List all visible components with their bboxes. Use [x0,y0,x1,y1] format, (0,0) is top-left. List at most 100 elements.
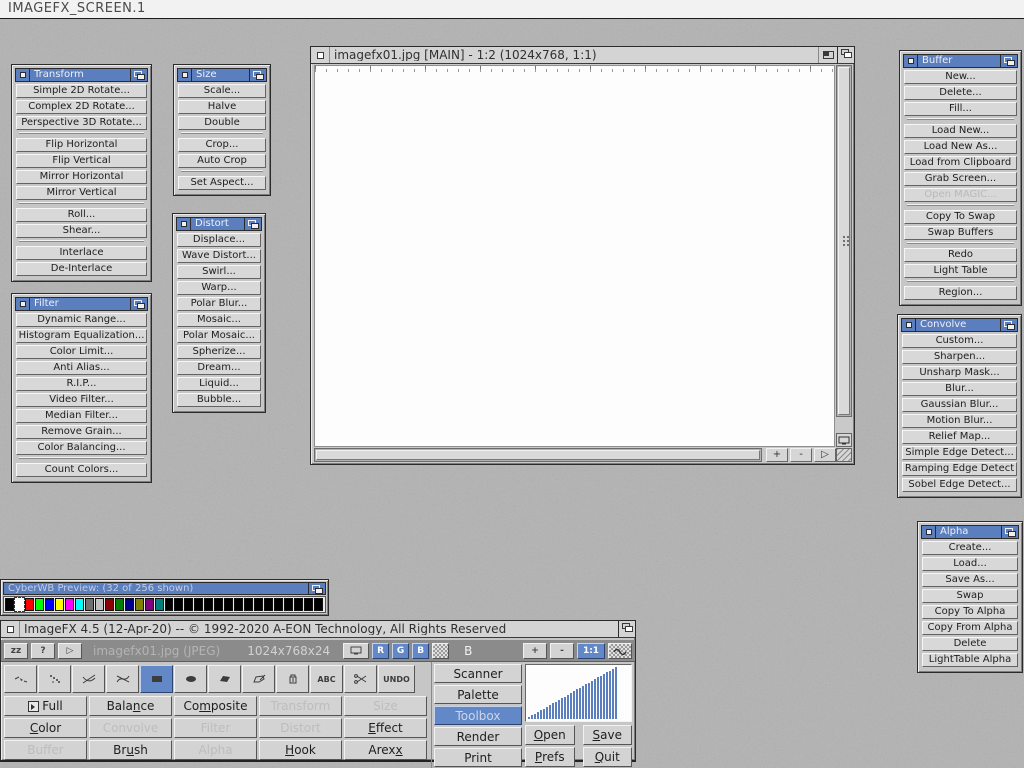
convolve-titlebar[interactable]: Convolve [901,318,1018,332]
bubble-button[interactable]: Bubble... [177,393,261,407]
play-macro-button[interactable]: ▷ [58,643,82,659]
liquid-button[interactable]: Liquid... [177,377,261,391]
main-image-titlebar[interactable]: imagefx01.jpg [MAIN] - 1:2 (1024x768, 1:… [311,47,854,64]
color-swatch-24[interactable] [244,598,253,611]
zoom-gadget-icon[interactable] [818,47,837,63]
depth-icon[interactable] [244,218,261,230]
complex-2d-rotate-button[interactable]: Complex 2D Rotate... [16,100,147,114]
flip-horizontal-button[interactable]: Flip Horizontal [16,138,147,152]
color-swatch-13[interactable] [135,598,144,611]
mirror-horizontal-button[interactable]: Mirror Horizontal [16,170,147,184]
color-swatch-10[interactable] [105,598,114,611]
color-swatch-4[interactable] [45,598,54,611]
color-swatch-6[interactable] [65,598,74,611]
color-swatch-25[interactable] [254,598,263,611]
view-monitor-button[interactable] [836,433,852,447]
color-swatch-5[interactable] [55,598,64,611]
set-aspect-button[interactable]: Set Aspect... [178,176,266,190]
scissors-tool[interactable] [344,665,377,693]
close-icon[interactable] [311,47,330,63]
color-swatch-7[interactable] [75,598,84,611]
sharpen-button[interactable]: Sharpen... [902,350,1017,364]
depth-icon[interactable] [308,583,325,594]
open-button[interactable]: Open [525,725,575,745]
polar-mosaic-button[interactable]: Polar Mosaic... [177,329,261,343]
red-channel-button[interactable]: R [372,643,389,659]
color-swatch-20[interactable] [204,598,213,611]
color-swatch-1[interactable] [15,598,24,611]
size-titlebar[interactable]: Size [177,68,267,82]
color-swatch-26[interactable] [264,598,273,611]
airbrush-tool[interactable] [38,665,71,693]
freehand-tool[interactable] [242,665,275,693]
depth-icon[interactable] [130,69,147,81]
delete-button[interactable]: Delete... [904,86,1017,100]
mosaic-button[interactable]: Mosaic... [177,313,261,327]
load-button[interactable]: Load... [922,557,1018,571]
blue-channel-button[interactable]: B [412,643,429,659]
blur-button[interactable]: Blur... [902,382,1017,396]
fill-tool[interactable] [276,665,309,693]
alpha-titlebar[interactable]: Alpha [921,525,1019,539]
copy-from-alpha-button[interactable]: Copy From Alpha [922,621,1018,635]
de-interlace-button[interactable]: De-Interlace [16,262,147,276]
region-button[interactable]: Region... [904,286,1017,300]
color-swatch-18[interactable] [184,598,193,611]
auto-crop-button[interactable]: Auto Crop [178,154,266,168]
composite-button[interactable]: Composite [174,696,257,716]
swirl-button[interactable]: Swirl... [177,265,261,279]
hook-button[interactable]: Hook [259,740,342,760]
zoom-ratio-button[interactable]: 1:1 [577,643,605,659]
full-button[interactable]: Full [4,696,87,716]
double-button[interactable]: Double [178,116,266,130]
toolbox-button[interactable]: Toolbox [434,706,522,725]
color-swatch-17[interactable] [174,598,183,611]
depth-icon[interactable] [1000,55,1017,67]
close-icon[interactable] [16,69,30,81]
histogram-equalization-button[interactable]: Histogram Equalization... [16,329,147,343]
color-swatch-29[interactable] [294,598,303,611]
print-button[interactable]: Print [434,748,522,767]
create-button[interactable]: Create... [922,541,1018,555]
color-swatch-22[interactable] [224,598,233,611]
crop-button[interactable]: Crop... [178,138,266,152]
load-new-as-button[interactable]: Load New As... [904,140,1017,154]
distort-titlebar[interactable]: Distort [176,217,262,231]
vertical-scrollbar[interactable] [836,65,852,417]
dither-pattern-button[interactable] [608,643,632,659]
alpha-channel-button[interactable] [432,643,449,659]
interlace-button[interactable]: Interlace [16,246,147,260]
sobel-edge-detect-button[interactable]: Sobel Edge Detect... [902,478,1017,492]
color-swatch-19[interactable] [194,598,203,611]
simple-edge-detect-button[interactable]: Simple Edge Detect... [902,446,1017,460]
shear-button[interactable]: Shear... [16,224,147,238]
line-tool[interactable] [72,665,105,693]
resize-handle[interactable] [836,448,852,462]
depth-icon[interactable] [1000,319,1017,331]
color-swatch-9[interactable] [95,598,104,611]
color-swatch-2[interactable] [25,598,34,611]
color-swatch-16[interactable] [165,598,174,611]
transform-titlebar[interactable]: Transform [15,68,148,82]
r-i-p-button[interactable]: R.I.P... [16,377,147,391]
horizontal-scrollbar[interactable] [314,448,762,462]
curve-tool[interactable] [106,665,139,693]
undo-button[interactable]: UNDO [378,665,415,693]
wave-distort-button[interactable]: Wave Distort... [177,249,261,263]
polygon-tool[interactable] [208,665,241,693]
dynamic-range-button[interactable]: Dynamic Range... [16,313,147,327]
sleep-button[interactable]: zz [4,643,28,659]
swap-buffers-button[interactable]: Swap Buffers [904,226,1017,240]
color-swatch-30[interactable] [304,598,313,611]
color-swatch-31[interactable] [314,598,323,611]
text-tool[interactable]: ABC [310,665,343,693]
oval-tool[interactable] [174,665,207,693]
save-button[interactable]: Save [583,725,633,745]
close-icon[interactable] [922,526,936,538]
remove-grain-button[interactable]: Remove Grain... [16,425,147,439]
grab-screen-button[interactable]: Grab Screen... [904,172,1017,186]
color-swatch-15[interactable] [155,598,164,611]
load-from-clipboard-button[interactable]: Load from Clipboard [904,156,1017,170]
color-swatch-0[interactable] [5,598,14,611]
color-swatch-27[interactable] [274,598,283,611]
